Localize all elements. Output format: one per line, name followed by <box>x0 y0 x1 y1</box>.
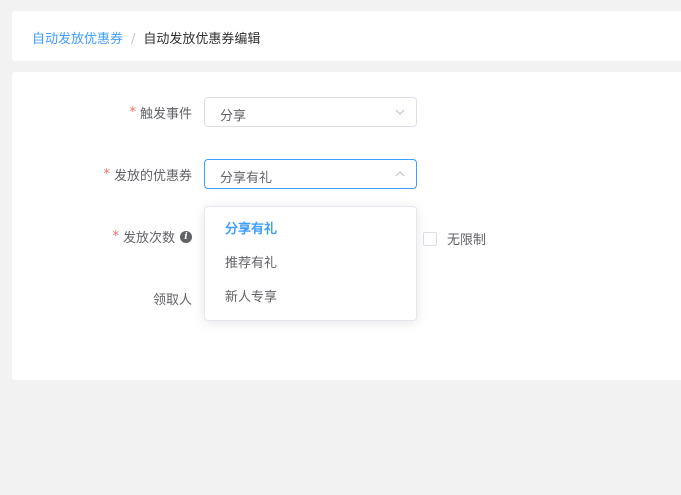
coupon-select[interactable]: 分享有礼 <box>204 159 417 189</box>
breadcrumb-parent-link[interactable]: 自动发放优惠券 <box>32 32 123 47</box>
trigger-event-label-text: 触发事件 <box>139 107 192 122</box>
chevron-up-icon <box>395 171 405 177</box>
required-mark: * <box>129 105 136 120</box>
breadcrumb: 自动发放优惠券 / 自动发放优惠券编辑 <box>32 28 260 47</box>
dropdown-option[interactable]: 推荐有礼 <box>205 247 416 281</box>
required-mark: * <box>103 167 110 182</box>
issue-count-label: * 发放次数 i <box>112 227 192 246</box>
coupon-label: * 发放的优惠券 <box>103 165 192 184</box>
recipient-label-text: 领取人 <box>152 293 192 308</box>
dropdown-option[interactable]: 分享有礼 <box>205 213 416 247</box>
breadcrumb-current: 自动发放优惠券编辑 <box>143 32 261 47</box>
unlimited-checkbox[interactable]: 无限制 <box>423 229 486 248</box>
trigger-event-value: 分享 <box>220 109 247 124</box>
issue-count-label-text: 发放次数 <box>122 231 175 246</box>
trigger-event-select[interactable]: 分享 <box>204 97 417 127</box>
coupon-dropdown-menu: 分享有礼 推荐有礼 新人专享 <box>204 206 417 321</box>
breadcrumb-separator: / <box>131 32 136 47</box>
required-mark: * <box>112 229 119 244</box>
dropdown-option[interactable]: 新人专享 <box>205 281 416 315</box>
coupon-label-text: 发放的优惠券 <box>113 169 192 184</box>
recipient-label: 领取人 <box>153 289 192 308</box>
coupon-value: 分享有礼 <box>220 171 273 186</box>
chevron-down-icon <box>395 109 405 115</box>
checkbox-box[interactable] <box>423 231 437 246</box>
breadcrumb-card: 自动发放优惠券 / 自动发放优惠券编辑 <box>12 11 681 61</box>
trigger-event-label: * 触发事件 <box>129 103 192 122</box>
info-icon[interactable]: i <box>180 230 192 243</box>
unlimited-label: 无限制 <box>447 233 487 248</box>
